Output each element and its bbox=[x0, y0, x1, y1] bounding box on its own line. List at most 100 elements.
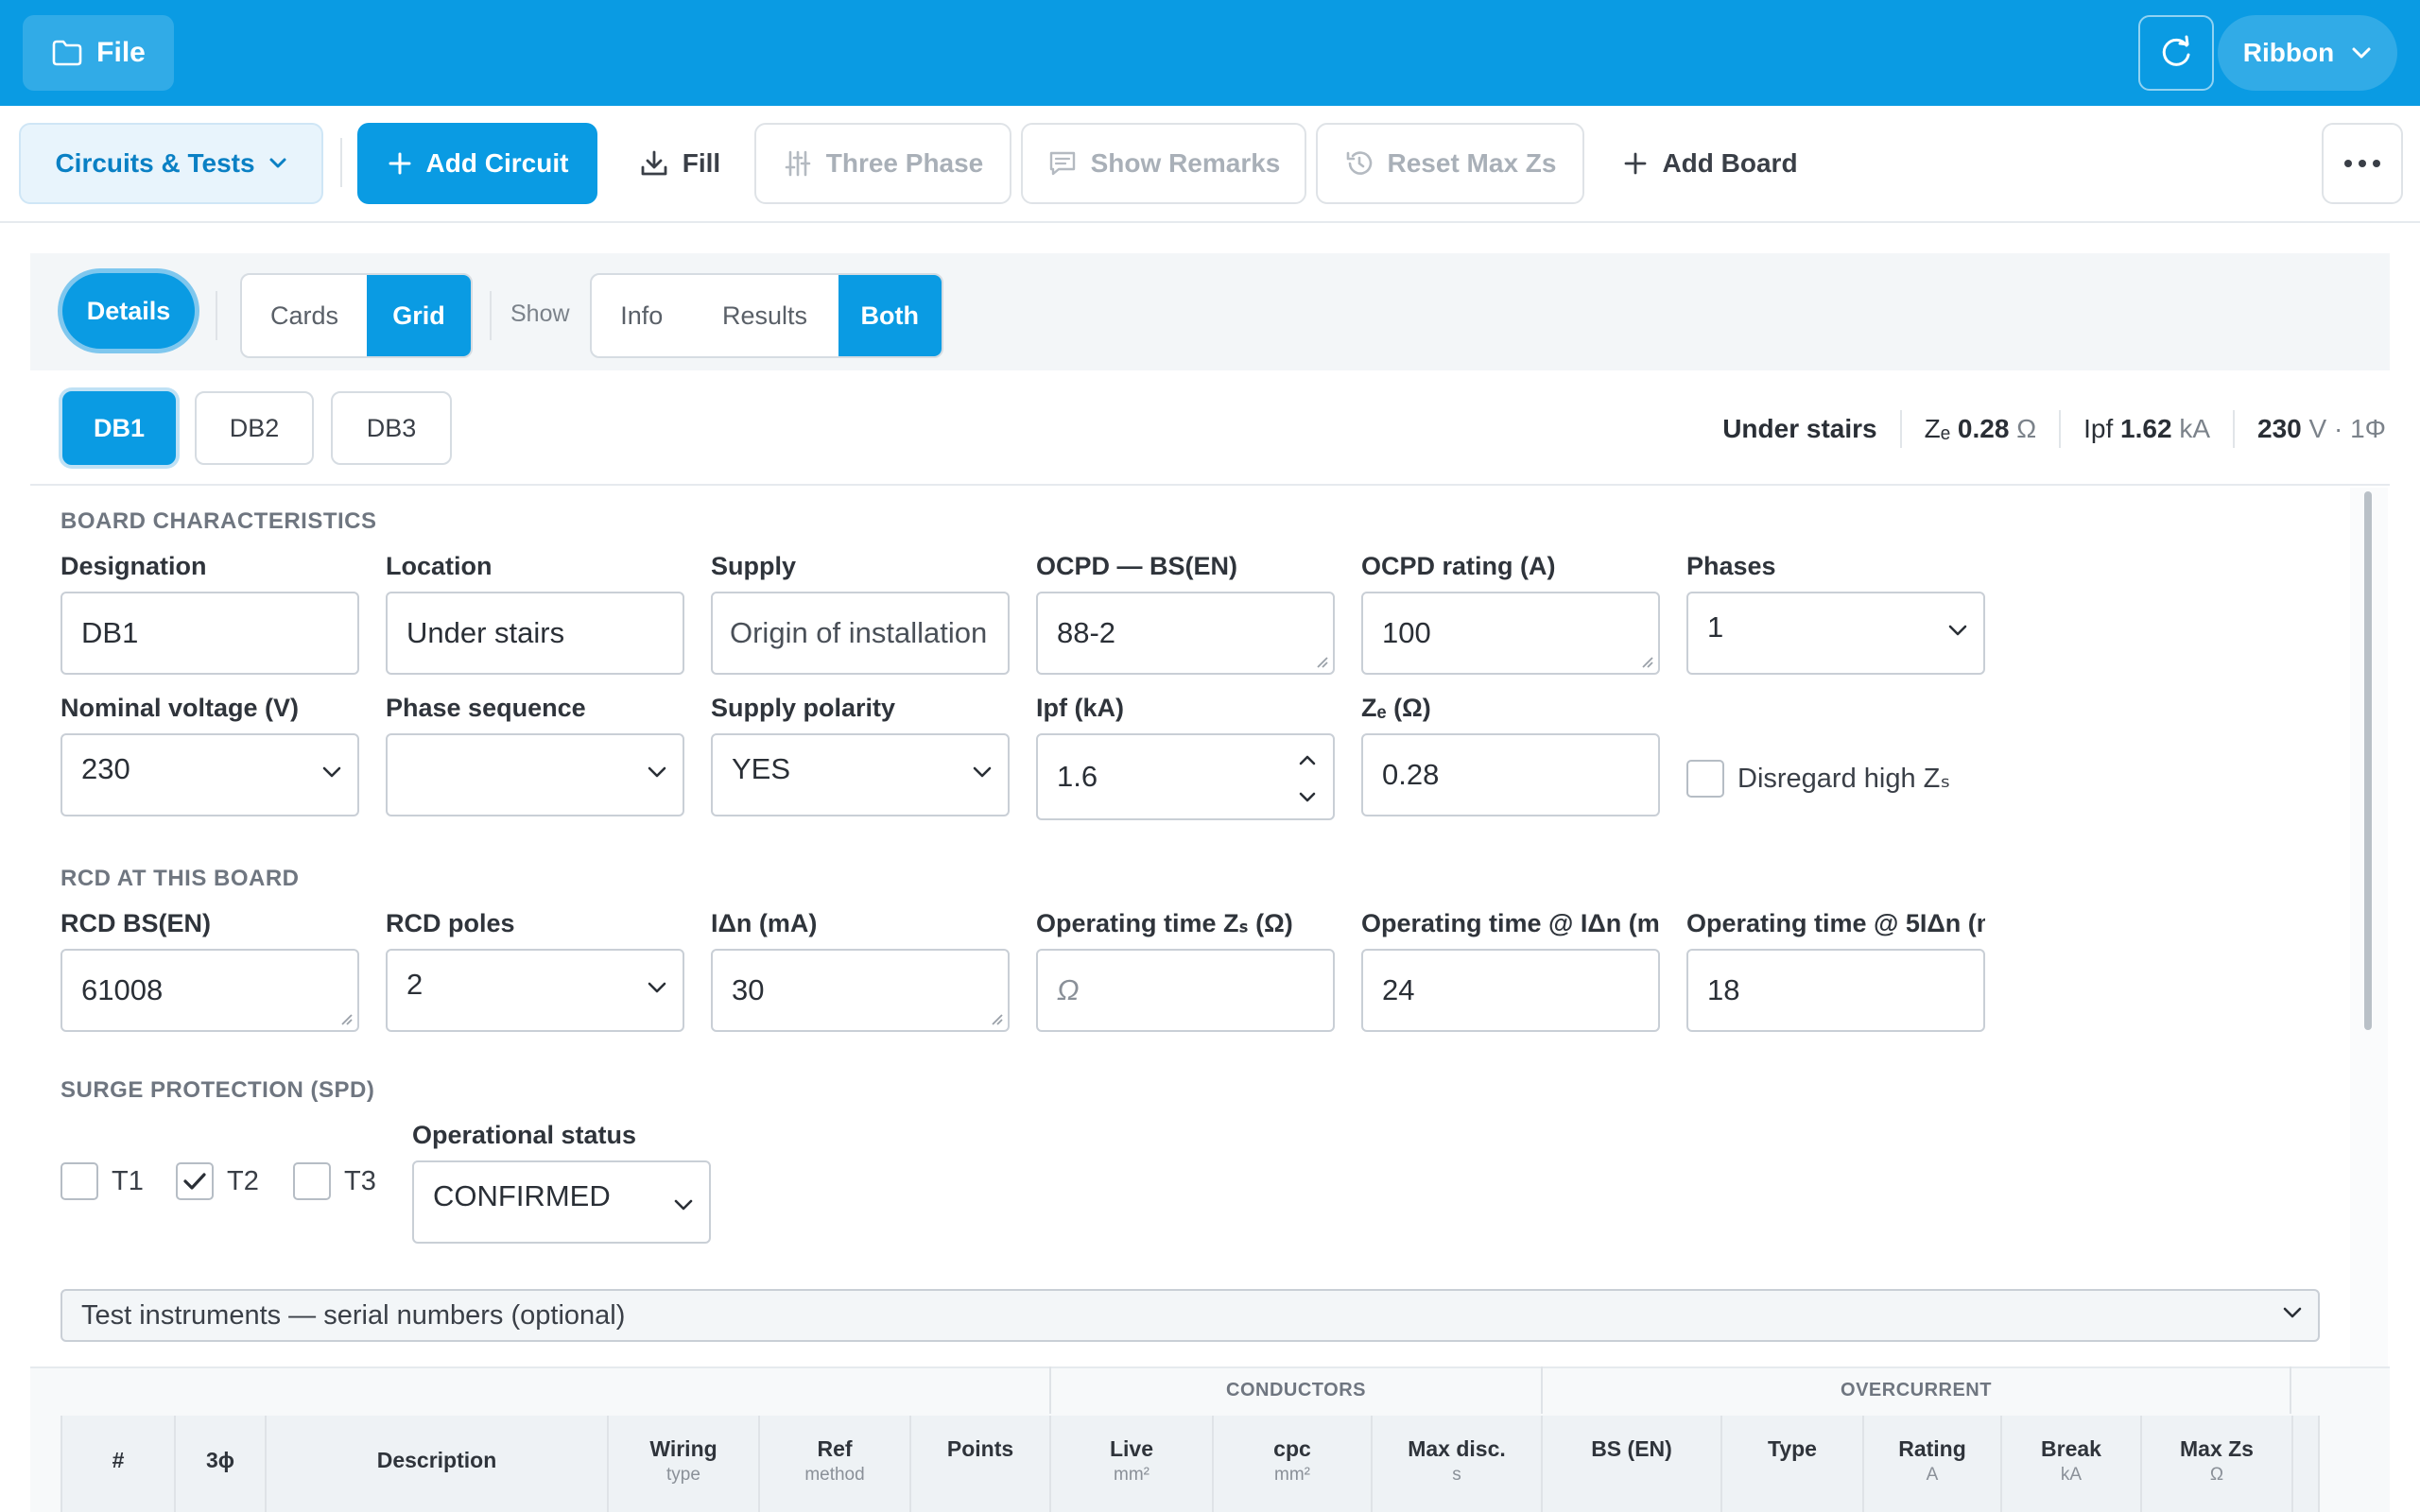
phases-value: 1 bbox=[1707, 610, 1724, 644]
optime-5idn-label: Operating time @ 5IΔn (ms) bbox=[1686, 909, 1985, 937]
ze-input[interactable]: 0.28 bbox=[1361, 733, 1660, 816]
add-circuit-button[interactable]: Add Circuit bbox=[357, 123, 597, 204]
section-title-board: BOARD CHARACTERISTICS bbox=[60, 508, 377, 534]
show-remarks-button[interactable]: Show Remarks bbox=[1021, 123, 1306, 204]
spd-status-value: CONFIRMED bbox=[433, 1179, 611, 1212]
column-header-spacer bbox=[2291, 1416, 2320, 1512]
column-title: cpc bbox=[1273, 1436, 1311, 1461]
ribbon-toggle-button[interactable]: Ribbon bbox=[2218, 15, 2397, 91]
file-label: File bbox=[96, 37, 146, 68]
column-header-wiring[interactable]: Wiring type bbox=[607, 1416, 758, 1512]
column-header-live[interactable]: Live mm² bbox=[1049, 1416, 1212, 1512]
column-title: Max Zs bbox=[2180, 1436, 2254, 1461]
location-label: Location bbox=[386, 552, 493, 580]
details-toggle-button[interactable]: Details bbox=[62, 273, 195, 349]
column-header-break[interactable]: Break kA bbox=[2000, 1416, 2140, 1512]
spd-status-select[interactable]: CONFIRMED bbox=[412, 1160, 711, 1244]
section-title-rcd: RCD AT THIS BOARD bbox=[60, 866, 300, 891]
reset-max-zs-label: Reset Max Zs bbox=[1387, 148, 1557, 178]
optime-zs-input[interactable]: Ω bbox=[1036, 949, 1335, 1032]
optime-idn-input[interactable]: 24 bbox=[1361, 949, 1660, 1032]
idn-value: 30 bbox=[732, 973, 765, 1006]
sync-button[interactable] bbox=[2138, 15, 2214, 91]
column-header-three-phase[interactable]: 3ɸ bbox=[174, 1416, 265, 1512]
column-header-description[interactable]: Description bbox=[265, 1416, 607, 1512]
ocpd-label: OCPD — BS(EN) bbox=[1036, 552, 1238, 580]
rcd-poles-select[interactable]: 2 bbox=[386, 949, 684, 1032]
show-option-both[interactable]: Both bbox=[838, 275, 942, 356]
group-header-conductors: CONDUCTORS bbox=[1049, 1366, 1541, 1414]
ribbon-label: Ribbon bbox=[2242, 38, 2335, 67]
form-scrollbar-thumb[interactable] bbox=[2364, 491, 2372, 1030]
circuits-tests-dropdown[interactable]: Circuits & Tests bbox=[19, 123, 323, 204]
optime-5idn-input[interactable]: 18 bbox=[1686, 949, 1985, 1032]
column-header-bs-en[interactable]: BS (EN) bbox=[1541, 1416, 1720, 1512]
phase-sequence-label: Phase sequence bbox=[386, 694, 586, 722]
optime-idn-label: Operating time @ IΔn (ms) bbox=[1361, 909, 1660, 937]
layout-option-grid[interactable]: Grid bbox=[367, 275, 471, 356]
sliders-icon bbox=[783, 148, 813, 179]
file-button[interactable]: File bbox=[23, 15, 174, 91]
ocpd-rating-input[interactable]: 100 bbox=[1361, 592, 1660, 675]
layout-option-cards[interactable]: Cards bbox=[242, 275, 367, 356]
test-instruments-expander[interactable]: Test instruments — serial numbers (optio… bbox=[60, 1289, 2320, 1342]
designation-input[interactable]: DB1 bbox=[60, 592, 359, 675]
phase-sequence-select[interactable] bbox=[386, 733, 684, 816]
disregard-high-zs-checkbox[interactable] bbox=[1686, 760, 1724, 798]
column-title: BS (EN) bbox=[1591, 1436, 1672, 1461]
supply-input[interactable]: Origin of installation bbox=[711, 592, 1010, 675]
chevron-down-icon bbox=[673, 1198, 694, 1211]
toolbar: Circuits & Tests Add Circuit Fill Three … bbox=[0, 106, 2420, 223]
location-input[interactable]: Under stairs bbox=[386, 592, 684, 675]
column-header-number[interactable]: # bbox=[60, 1416, 174, 1512]
board-summary-voltage: 230 V · 1Φ bbox=[2257, 414, 2386, 444]
board-tab-db1[interactable]: DB1 bbox=[62, 391, 176, 465]
column-header-ref[interactable]: Ref method bbox=[758, 1416, 909, 1512]
three-phase-button[interactable]: Three Phase bbox=[754, 123, 1011, 204]
ocpd-input[interactable]: 88-2 bbox=[1036, 592, 1335, 675]
show-option-results[interactable]: Results bbox=[691, 275, 838, 356]
chevron-down-icon bbox=[2351, 46, 2372, 60]
column-subtitle: type bbox=[666, 1465, 700, 1485]
ipf-number-input[interactable]: 1.6 bbox=[1036, 733, 1335, 820]
optime-zs-label: Operating time Zₛ (Ω) bbox=[1036, 909, 1293, 937]
spd-t2-checkbox[interactable] bbox=[176, 1162, 214, 1200]
rcd-bs-input[interactable]: 61008 bbox=[60, 949, 359, 1032]
column-header-max-zs[interactable]: Max Zs Ω bbox=[2140, 1416, 2291, 1512]
spd-t2-label: T2 bbox=[227, 1166, 259, 1196]
rcd-bs-value: 61008 bbox=[81, 973, 164, 1006]
reset-max-zs-button[interactable]: Reset Max Zs bbox=[1316, 123, 1584, 204]
phases-select[interactable]: 1 bbox=[1686, 592, 1985, 675]
ze-label: Zₑ bbox=[1924, 414, 1951, 443]
show-remarks-label: Show Remarks bbox=[1090, 148, 1281, 178]
supply-polarity-value: YES bbox=[732, 752, 791, 785]
column-header-cpc[interactable]: cpc mm² bbox=[1212, 1416, 1371, 1512]
column-header-rating[interactable]: Rating A bbox=[1862, 1416, 2000, 1512]
board-summary: Under stairs Zₑ 0.28 Ω Ipf 1.62 kA 230 V… bbox=[1722, 408, 2386, 450]
voltage-select[interactable]: 230 bbox=[60, 733, 359, 816]
board-tab-db3[interactable]: DB3 bbox=[331, 391, 452, 465]
show-option-info[interactable]: Info bbox=[592, 275, 691, 356]
column-title: Ref bbox=[817, 1436, 853, 1461]
ipf-field-value: 1.6 bbox=[1057, 760, 1098, 793]
supply-label: Supply bbox=[711, 552, 797, 580]
board-tab-db2[interactable]: DB2 bbox=[195, 391, 314, 465]
add-board-button[interactable]: Add Board bbox=[1611, 123, 1809, 204]
rcd-bs-label: RCD BS(EN) bbox=[60, 909, 211, 937]
spd-t3-label: T3 bbox=[344, 1166, 376, 1196]
supply-polarity-select[interactable]: YES bbox=[711, 733, 1010, 816]
spd-t3-checkbox[interactable] bbox=[293, 1162, 331, 1200]
layout-segmented-control: Cards Grid bbox=[240, 273, 473, 358]
spinner-arrows-icon[interactable] bbox=[1297, 750, 1318, 807]
show-segmented-control: Info Results Both bbox=[590, 273, 943, 358]
idn-input[interactable]: 30 bbox=[711, 949, 1010, 1032]
column-header-type[interactable]: Type bbox=[1720, 1416, 1862, 1512]
column-header-points[interactable]: Points bbox=[909, 1416, 1049, 1512]
column-header-max-disc[interactable]: Max disc. s bbox=[1371, 1416, 1541, 1512]
spd-t1-checkbox[interactable] bbox=[60, 1162, 98, 1200]
more-horizontal-icon bbox=[2343, 159, 2381, 168]
more-options-button[interactable] bbox=[2322, 123, 2403, 204]
summary-divider bbox=[2233, 410, 2236, 448]
fill-button[interactable]: Fill bbox=[618, 123, 741, 204]
spd-status-label: Operational status bbox=[412, 1121, 637, 1149]
